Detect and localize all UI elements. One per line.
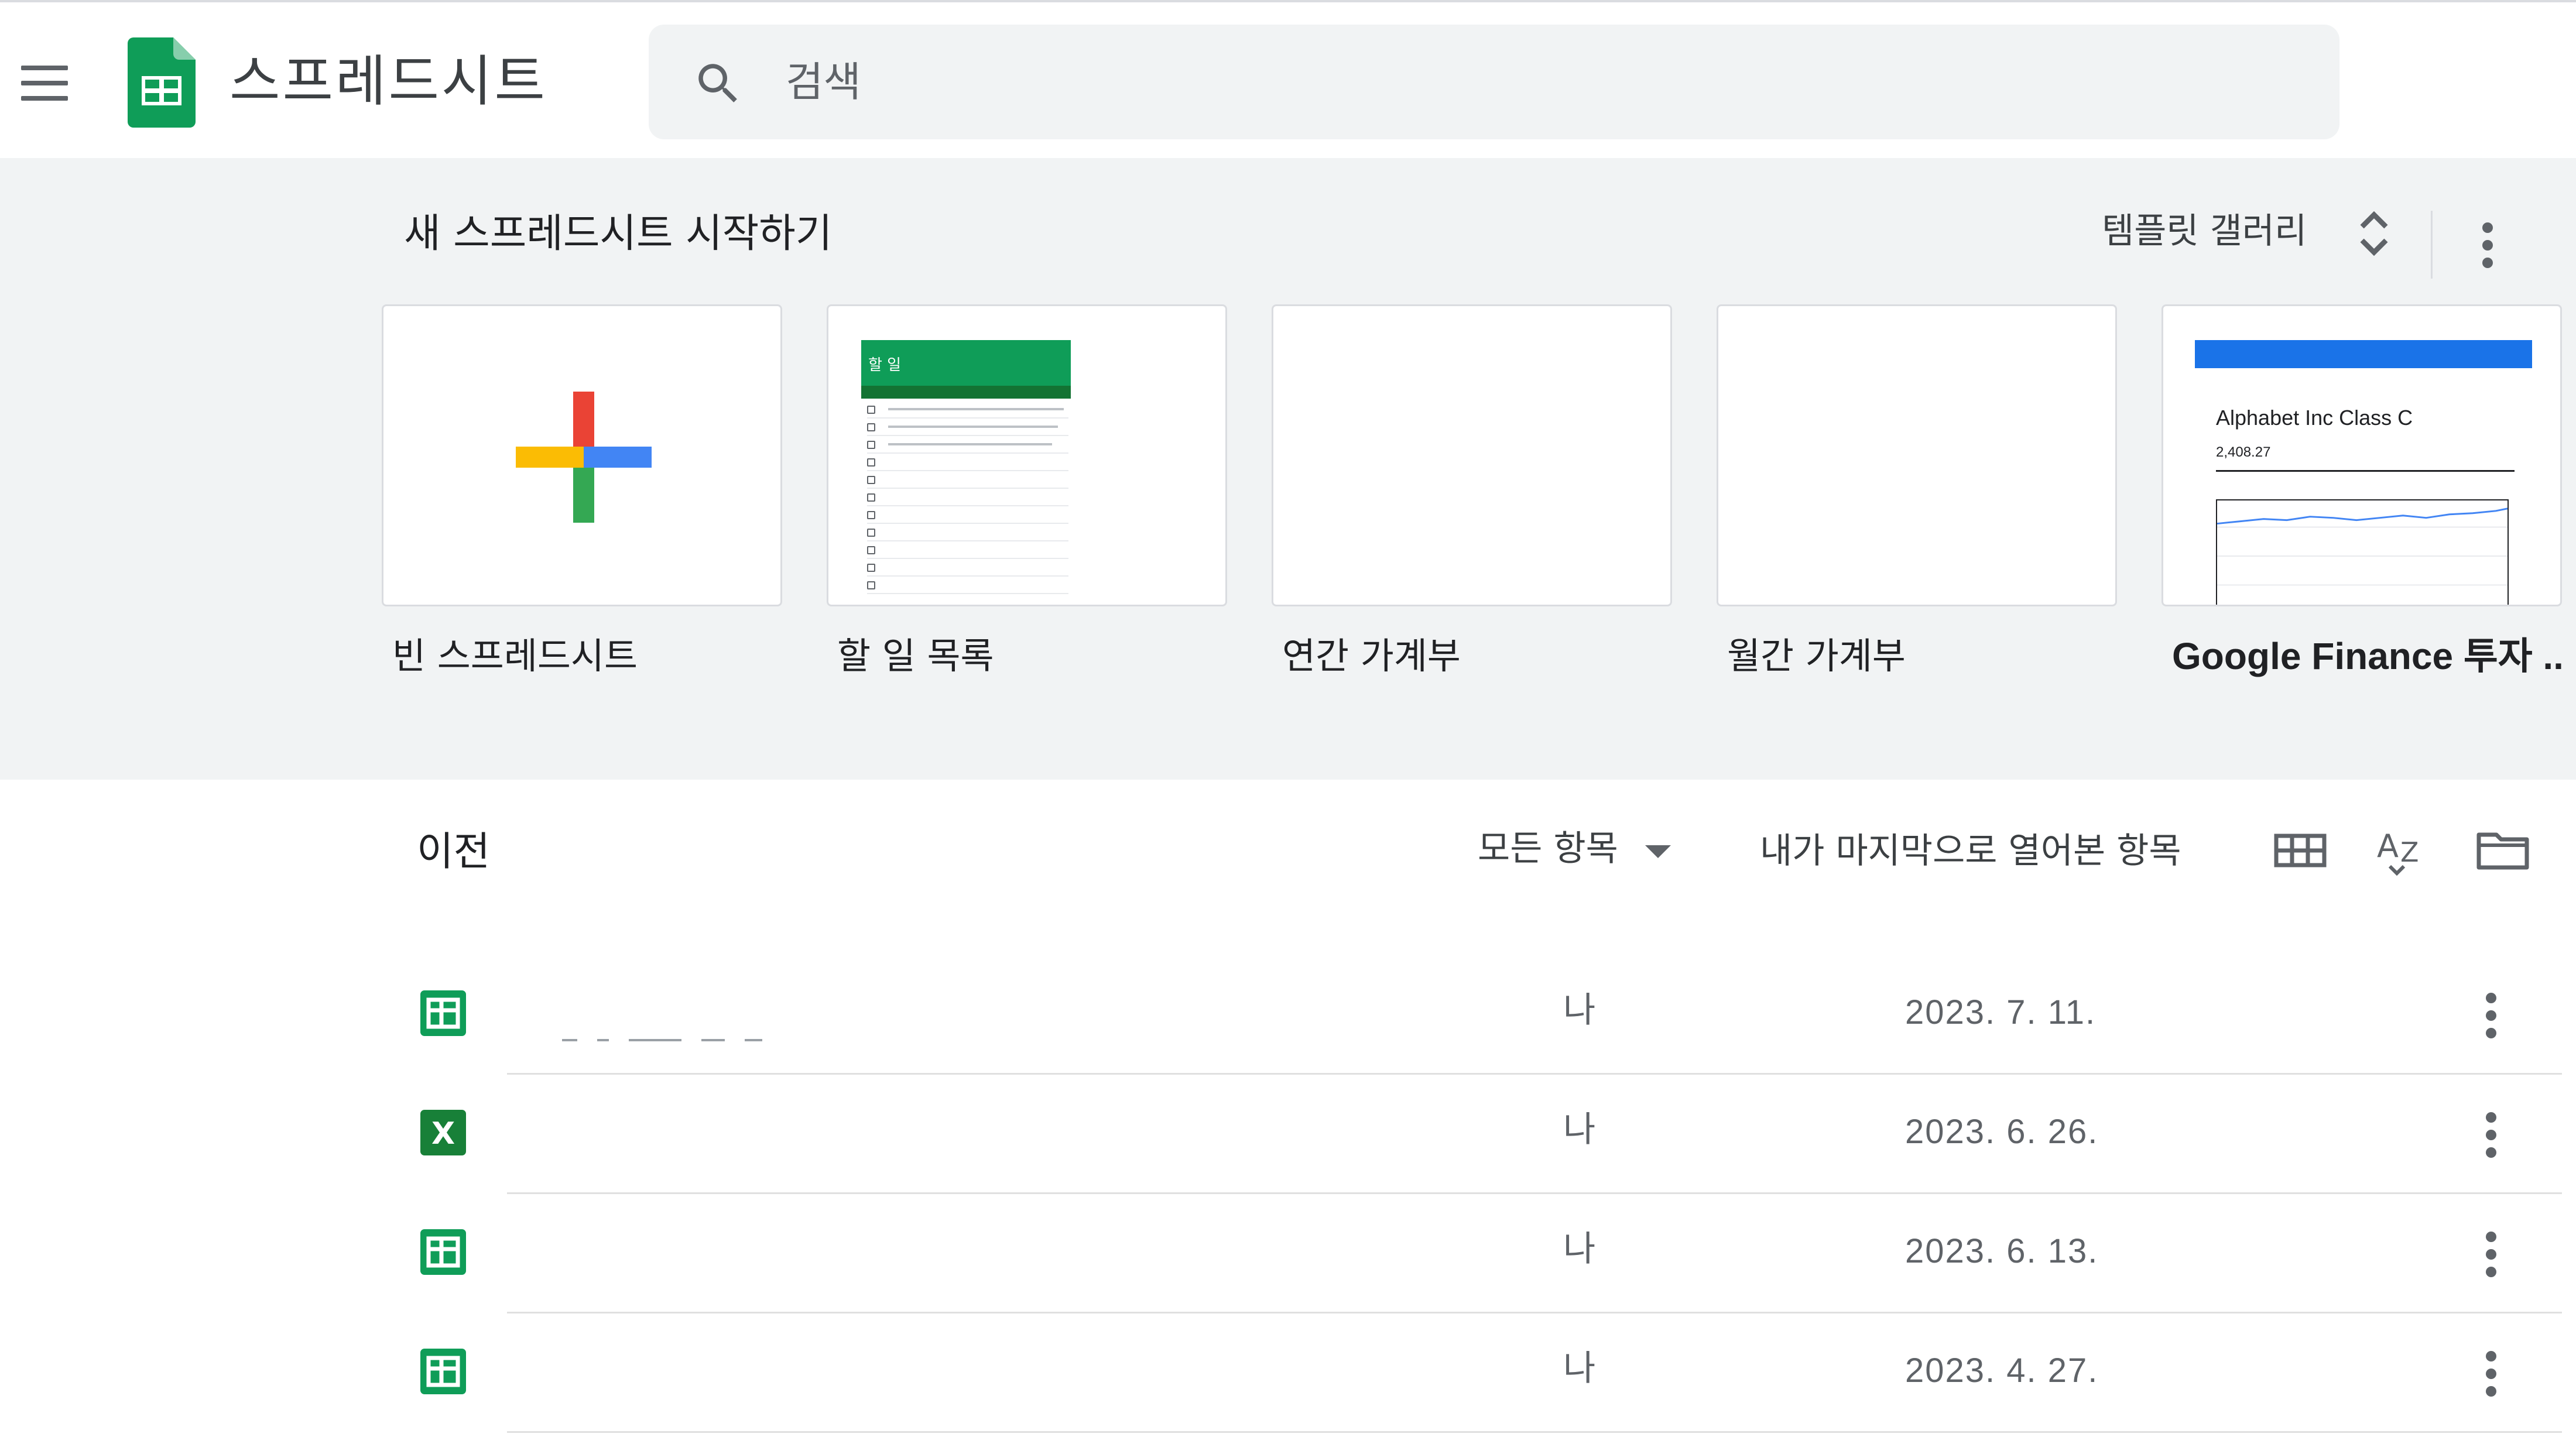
file-owner: 나 <box>1563 990 1596 1031</box>
search-input[interactable] <box>786 53 2249 111</box>
recent-section-title: 이전 <box>417 829 491 875</box>
file-more-options-icon[interactable] <box>2468 1344 2515 1402</box>
file-more-options-icon[interactable] <box>2468 1105 2515 1164</box>
file-more-options-icon[interactable] <box>2468 1225 2515 1283</box>
template-blank-spreadsheet[interactable]: 빈 스프레드시트 <box>382 304 782 683</box>
file-row[interactable]: 나 2023. 6. 13. <box>0 1194 2576 1313</box>
grid-view-icon[interactable] <box>2269 821 2334 879</box>
todo-preview-row <box>867 403 1068 419</box>
file-owner: 나 <box>1563 1109 1596 1150</box>
todo-preview-title: 할 일 <box>868 356 902 374</box>
todo-preview-row <box>867 456 1068 471</box>
template-todo-list[interactable]: 할 일 할 일 목록 <box>827 304 1227 683</box>
template-label: 빈 스프레드시트 <box>392 635 638 677</box>
todo-preview-row <box>867 526 1068 541</box>
file-last-opened-date: 2023. 4. 27. <box>1905 1352 2099 1390</box>
template-more-options-icon[interactable] <box>2465 210 2512 280</box>
template-gallery-label: 템플릿 갤러리 <box>2102 211 2307 252</box>
file-owner: 나 <box>1563 1229 1596 1270</box>
template-monthly-budget[interactable]: 월간 가계부 <box>1717 304 2117 683</box>
finance-preview-title: Alphabet Inc Class C <box>2216 406 2413 430</box>
file-row[interactable]: X 나 2023. 6. 26. <box>0 1075 2576 1194</box>
file-last-opened-date: 2023. 7. 11. <box>1905 993 2097 1031</box>
file-row[interactable]: 나 2023. 7. 11. <box>0 955 2576 1075</box>
file-name-redacted <box>562 1033 782 1041</box>
template-label: 월간 가계부 <box>1727 635 1906 677</box>
caret-down-icon <box>1645 845 1671 858</box>
colorful-plus-icon <box>516 392 652 523</box>
template-section-heading: 새 스프레드시트 시작하기 <box>404 211 833 257</box>
todo-preview-row <box>867 421 1068 436</box>
template-label: Google Finance 투자 ... <box>2172 635 2562 677</box>
todo-preview-row <box>867 509 1068 524</box>
owner-filter-dropdown[interactable]: 모든 항목 <box>1478 819 1671 878</box>
finance-preview-price: 2,408.27 <box>2216 444 2271 460</box>
todo-preview-columns <box>861 386 1071 399</box>
template-thumbnail[interactable]: Alphabet Inc Class C 2,408.27 <box>2161 304 2562 606</box>
finance-preview-rule <box>2216 470 2515 472</box>
row-divider <box>507 1431 2562 1433</box>
sort-order-button[interactable]: 내가 마지막으로 열어본 항목 <box>1760 822 2181 880</box>
template-section: 새 스프레드시트 시작하기 템플릿 갤러리 빈 스프레드시트 할 일 할 일 목… <box>0 158 2576 780</box>
search-icon[interactable] <box>692 57 745 110</box>
template-annual-budget[interactable]: 연간 가계부 <box>1272 304 1672 683</box>
sheets-file-icon <box>420 990 466 1036</box>
owner-filter-label: 모든 항목 <box>1478 828 1618 869</box>
finance-preview-header <box>2195 340 2532 368</box>
finance-preview-line-chart <box>2216 499 2509 605</box>
excel-file-icon: X <box>420 1110 466 1155</box>
file-row[interactable]: 나 2023. 4. 27. <box>0 1313 2576 1433</box>
svg-text:Z: Z <box>2400 836 2419 868</box>
template-thumbnail[interactable] <box>1272 304 1672 606</box>
todo-preview-row <box>867 544 1068 559</box>
file-last-opened-date: 2023. 6. 13. <box>1905 1232 2099 1270</box>
template-google-finance[interactable]: Alphabet Inc Class C 2,408.27 Google Fin… <box>2161 304 2562 683</box>
template-label: 연간 가계부 <box>1282 635 1461 677</box>
toolbar-divider <box>2431 211 2433 279</box>
main-menu-icon[interactable] <box>21 66 68 101</box>
template-gallery-button[interactable]: 템플릿 갤러리 <box>2102 197 2406 267</box>
unfold-more-icon <box>2360 211 2388 256</box>
sheets-logo-icon[interactable] <box>128 37 196 128</box>
app-header: 스프레드시트 <box>0 0 2576 158</box>
folder-open-icon[interactable] <box>2471 821 2535 879</box>
file-more-options-icon[interactable] <box>2468 986 2515 1044</box>
todo-preview-row <box>867 561 1068 577</box>
sheets-file-icon <box>420 1349 466 1394</box>
excel-icon-letter: X <box>431 1116 455 1151</box>
svg-text:A: A <box>2377 828 2399 865</box>
sort-az-icon[interactable]: A Z <box>2371 821 2435 879</box>
template-label: 할 일 목록 <box>837 635 994 677</box>
file-owner: 나 <box>1563 1348 1596 1389</box>
todo-preview-row <box>867 491 1068 506</box>
app-title[interactable]: 스프레드시트 <box>229 47 547 117</box>
template-thumbnail[interactable] <box>382 304 782 606</box>
todo-preview-row <box>867 474 1068 489</box>
todo-preview-row <box>867 438 1068 454</box>
template-thumbnail[interactable]: 할 일 <box>827 304 1227 606</box>
search-bar[interactable] <box>649 25 2339 139</box>
sheets-file-icon <box>420 1229 466 1275</box>
template-thumbnail[interactable] <box>1717 304 2117 606</box>
file-last-opened-date: 2023. 6. 26. <box>1905 1113 2099 1151</box>
todo-preview-row <box>867 579 1068 594</box>
